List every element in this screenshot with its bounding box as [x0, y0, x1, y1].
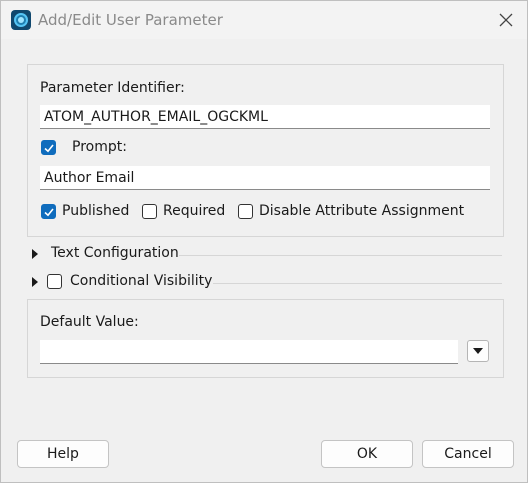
checkmark-icon [44, 144, 54, 153]
checkmark-icon [44, 208, 54, 217]
cancel-button[interactable]: Cancel [422, 440, 514, 468]
fme-workbench-icon [11, 10, 31, 30]
default-value-group [27, 299, 504, 378]
required-checkbox[interactable] [142, 204, 157, 219]
chevron-down-icon [473, 348, 483, 354]
close-button[interactable] [491, 7, 521, 33]
help-button[interactable]: Help [17, 440, 109, 468]
published-label: Published [62, 203, 130, 219]
close-icon [499, 13, 513, 27]
text-configuration-divider [179, 255, 502, 256]
required-label: Required [163, 203, 226, 219]
conditional-visibility-header[interactable]: Conditional Visibility [70, 273, 212, 289]
prompt-input[interactable] [40, 166, 490, 190]
conditional-visibility-divider [213, 283, 502, 284]
text-configuration-header[interactable]: Text Configuration [51, 245, 179, 261]
default-value-label: Default Value: [40, 314, 139, 330]
add-edit-user-parameter-dialog: Add/Edit User Parameter Parameter Identi… [0, 0, 528, 483]
prompt-checkbox[interactable] [41, 140, 56, 155]
text-configuration-expand-icon[interactable] [32, 249, 38, 259]
conditional-visibility-checkbox[interactable] [47, 274, 62, 289]
published-checkbox[interactable] [41, 204, 56, 219]
parameter-identifier-label: Parameter Identifier: [40, 80, 185, 96]
ok-button[interactable]: OK [321, 440, 413, 468]
conditional-visibility-expand-icon[interactable] [32, 277, 38, 287]
prompt-label: Prompt: [72, 139, 127, 155]
disable-attribute-assignment-label: Disable Attribute Assignment [259, 203, 465, 219]
default-value-input[interactable] [40, 340, 458, 364]
window-title: Add/Edit User Parameter [38, 11, 223, 29]
disable-attribute-assignment-checkbox[interactable] [238, 204, 253, 219]
parameter-identifier-input[interactable] [40, 105, 490, 129]
default-value-dropdown-button[interactable] [467, 340, 489, 362]
title-bar[interactable]: Add/Edit User Parameter [1, 1, 527, 39]
